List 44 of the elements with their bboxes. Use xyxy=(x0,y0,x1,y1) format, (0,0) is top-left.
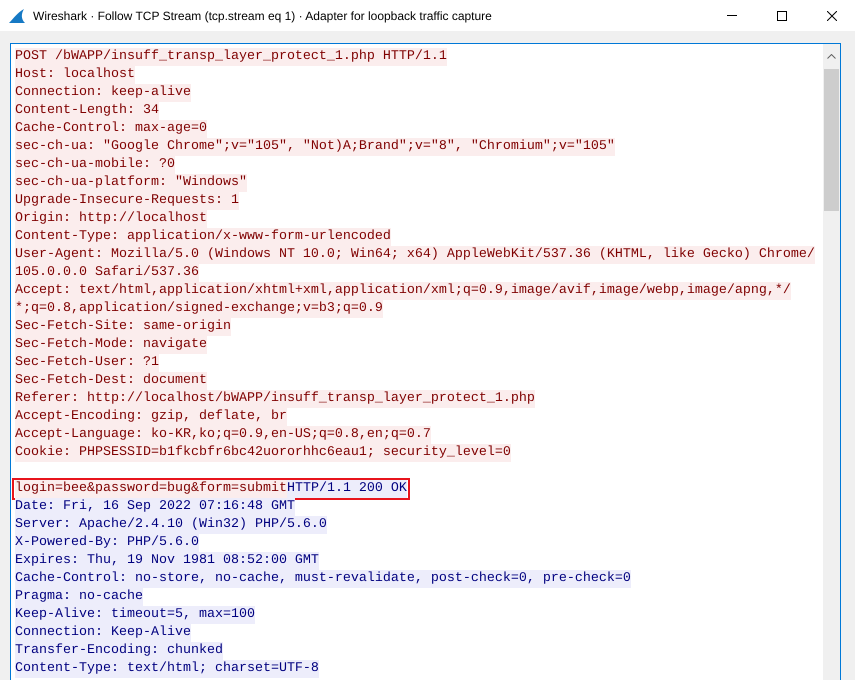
client-text: Origin: http://localhost xyxy=(15,210,207,228)
server-text: Server: Apache/2.4.10 (Win32) PHP/5.6.0 xyxy=(15,516,327,534)
client-text: Content-Type: application/x-www-form-urlencoded xyxy=(15,228,391,246)
client-text: Content-Length: 34 xyxy=(15,102,159,120)
server-text: Transfer-Encoding: chunked xyxy=(15,642,223,660)
client-text: sec-ch-ua-platform: "Windows" xyxy=(15,174,247,192)
client-text: Sec-Fetch-Mode: navigate xyxy=(15,336,207,354)
client-text: Upgrade-Insecure-Requests: 1 xyxy=(15,192,239,210)
client-text: Cookie: PHPSESSID=b1fkcbfr6bc42uororhhc6eau1; security_level=0 xyxy=(15,444,511,462)
scroll-thumb[interactable] xyxy=(824,69,839,211)
scroll-up-icon xyxy=(827,54,836,59)
client-text: login=bee&password=bug&form=submit xyxy=(15,480,287,498)
client-text: sec-ch-ua-mobile: ?0 xyxy=(15,156,175,174)
maximize-icon xyxy=(777,10,787,20)
vertical-scrollbar[interactable] xyxy=(823,44,840,680)
client-text: Connection: keep-alive xyxy=(15,84,191,102)
client-text: sec-ch-ua: "Google Chrome";v="105", "Not)A;Brand";v="8", "Chromium";v="105" xyxy=(15,138,615,156)
minimize-icon xyxy=(727,15,737,16)
client-text: Accept-Language: ko-KR,ko;q=0.9,en-US;q=0.8,en;q=0.7 xyxy=(15,426,431,444)
server-text: Cache-Control: no-store, no-cache, must-revalidate, post-check=0, pre-check=0 xyxy=(15,570,631,588)
server-text: Connection: Keep-Alive xyxy=(15,624,191,642)
server-text: Pragma: no-cache xyxy=(15,588,143,606)
client-text: POST /bWAPP/insuff_transp_layer_protect_1.php HTTP/1.1 xyxy=(15,48,447,66)
client-text: Cache-Control: max-age=0 xyxy=(15,120,207,138)
client-text: Referer: http://localhost/bWAPP/insuff_transp_layer_protect_1.php xyxy=(15,390,535,408)
client-text: Sec-Fetch-Site: same-origin xyxy=(15,318,231,336)
client-text: 105.0.0.0 Safari/537.36 xyxy=(15,264,199,282)
server-text: Content-Type: text/html; charset=UTF-8 xyxy=(15,660,319,678)
close-icon xyxy=(827,10,837,20)
client-text: Accept: text/html,application/xhtml+xml,application/xml;q=0.9,image/avif,image/webp,image/apng,*/ xyxy=(15,282,791,300)
window-title: Wireshark · Follow TCP Stream (tcp.stream eq 1) · Adapter for loopback traffic capture xyxy=(33,8,492,24)
client-text: Accept-Encoding: gzip, deflate, br xyxy=(15,408,287,426)
client-text: Host: localhost xyxy=(15,66,135,84)
shark-fin-icon xyxy=(8,8,26,24)
stream-text-area[interactable] xyxy=(10,43,841,680)
client-text: Sec-Fetch-User: ?1 xyxy=(15,354,159,372)
server-text: Date: Fri, 16 Sep 2022 07:16:48 GMT xyxy=(15,498,295,516)
server-text: X-Powered-By: PHP/5.6.0 xyxy=(15,534,199,552)
client-text: Sec-Fetch-Dest: document xyxy=(15,372,207,390)
client-text: *;q=0.8,application/signed-exchange;v=b3;q=0.9 xyxy=(15,300,383,318)
server-text: Expires: Thu, 19 Nov 1981 08:52:00 GMT xyxy=(15,552,319,570)
server-text: Keep-Alive: timeout=5, max=100 xyxy=(15,606,255,624)
client-text: User-Agent: Mozilla/5.0 (Windows NT 10.0; Win64; x64) AppleWebKit/537.36 (KHTML, like Gecko) Chrome/ xyxy=(15,246,815,264)
server-text: HTTP/1.1 200 OK xyxy=(286,480,407,498)
